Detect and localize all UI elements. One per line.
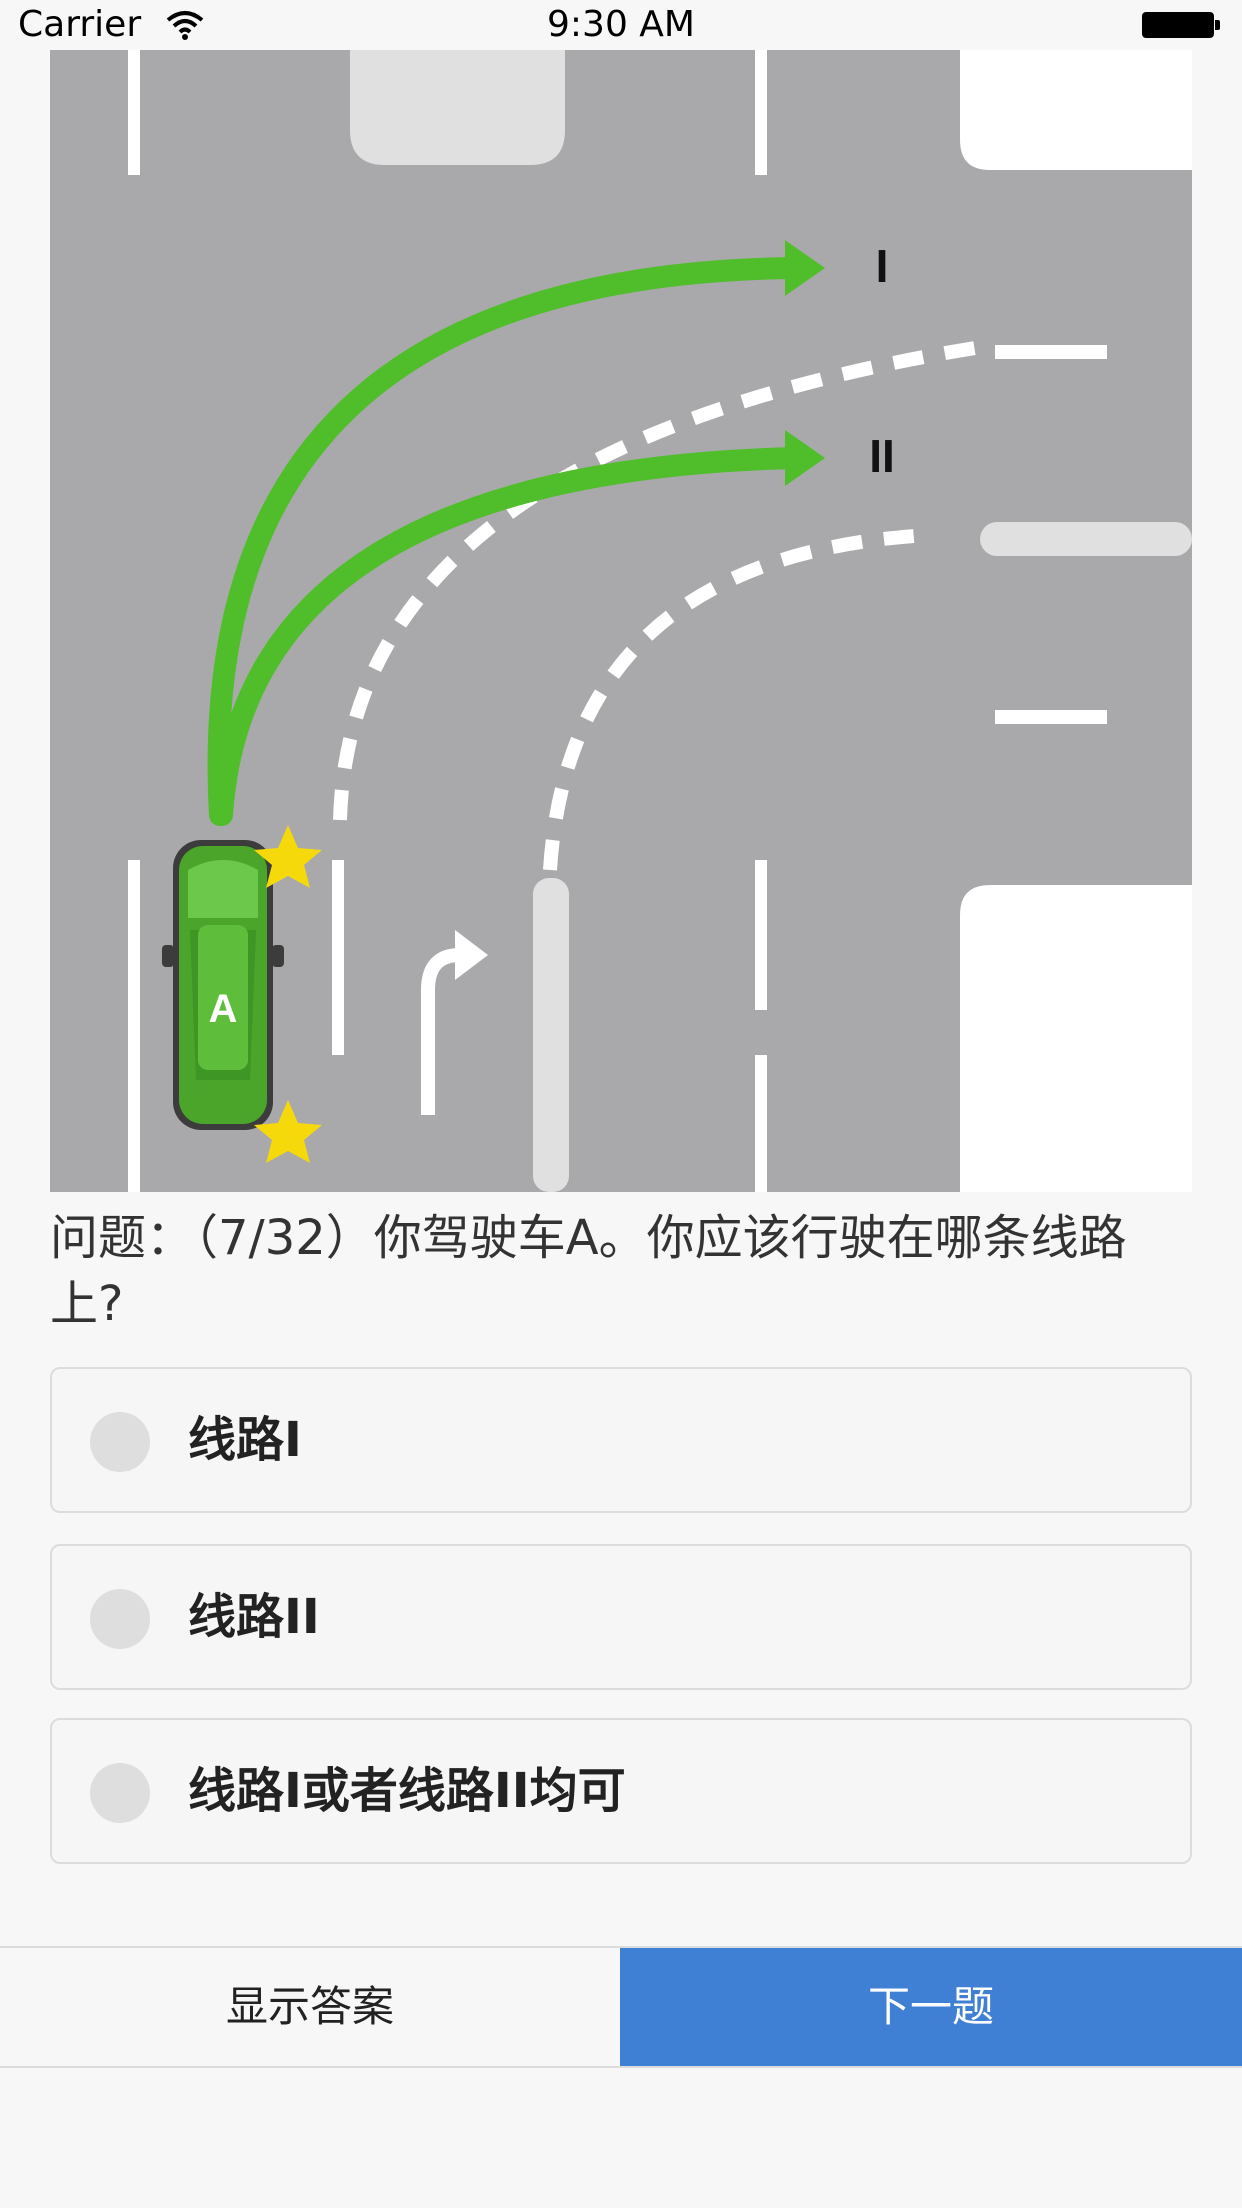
sidewalk-top-right: [960, 50, 1192, 170]
median-island: [350, 50, 565, 165]
radio-icon[interactable]: [90, 1763, 150, 1823]
answer-option-2[interactable]: 线路II: [50, 1544, 1192, 1690]
next-question-button[interactable]: 下一题: [620, 1948, 1242, 2066]
route-label-1: I: [876, 240, 889, 292]
route-label-2: II: [869, 430, 895, 482]
bottom-action-bar: 显示答案 下一题: [0, 1946, 1242, 2068]
question-illustration: I II A: [50, 50, 1192, 1192]
option-label: 线路II: [188, 1589, 320, 1645]
option-label: 线路I: [188, 1412, 302, 1468]
car-label: A: [209, 987, 238, 1031]
sidewalk-bottom-right: [960, 885, 1192, 1192]
status-bar: Carrier 9:30 AM: [0, 0, 1242, 50]
answer-option-1[interactable]: 线路I: [50, 1367, 1192, 1513]
radio-icon[interactable]: [90, 1412, 150, 1472]
option-label: 线路I或者线路II均可: [188, 1763, 626, 1819]
answer-option-3[interactable]: 线路I或者线路II均可: [50, 1718, 1192, 1864]
status-time: 9:30 AM: [547, 4, 695, 45]
show-answer-button[interactable]: 显示答案: [0, 1948, 620, 2066]
question-text: 问题：（7/32）你驾驶车A。你应该行驶在哪条线路上?: [50, 1210, 1127, 1332]
radio-icon[interactable]: [90, 1589, 150, 1649]
intersection-diagram: I II A: [50, 50, 1192, 1192]
car-a: A: [162, 840, 284, 1130]
battery-icon: [1142, 12, 1220, 38]
